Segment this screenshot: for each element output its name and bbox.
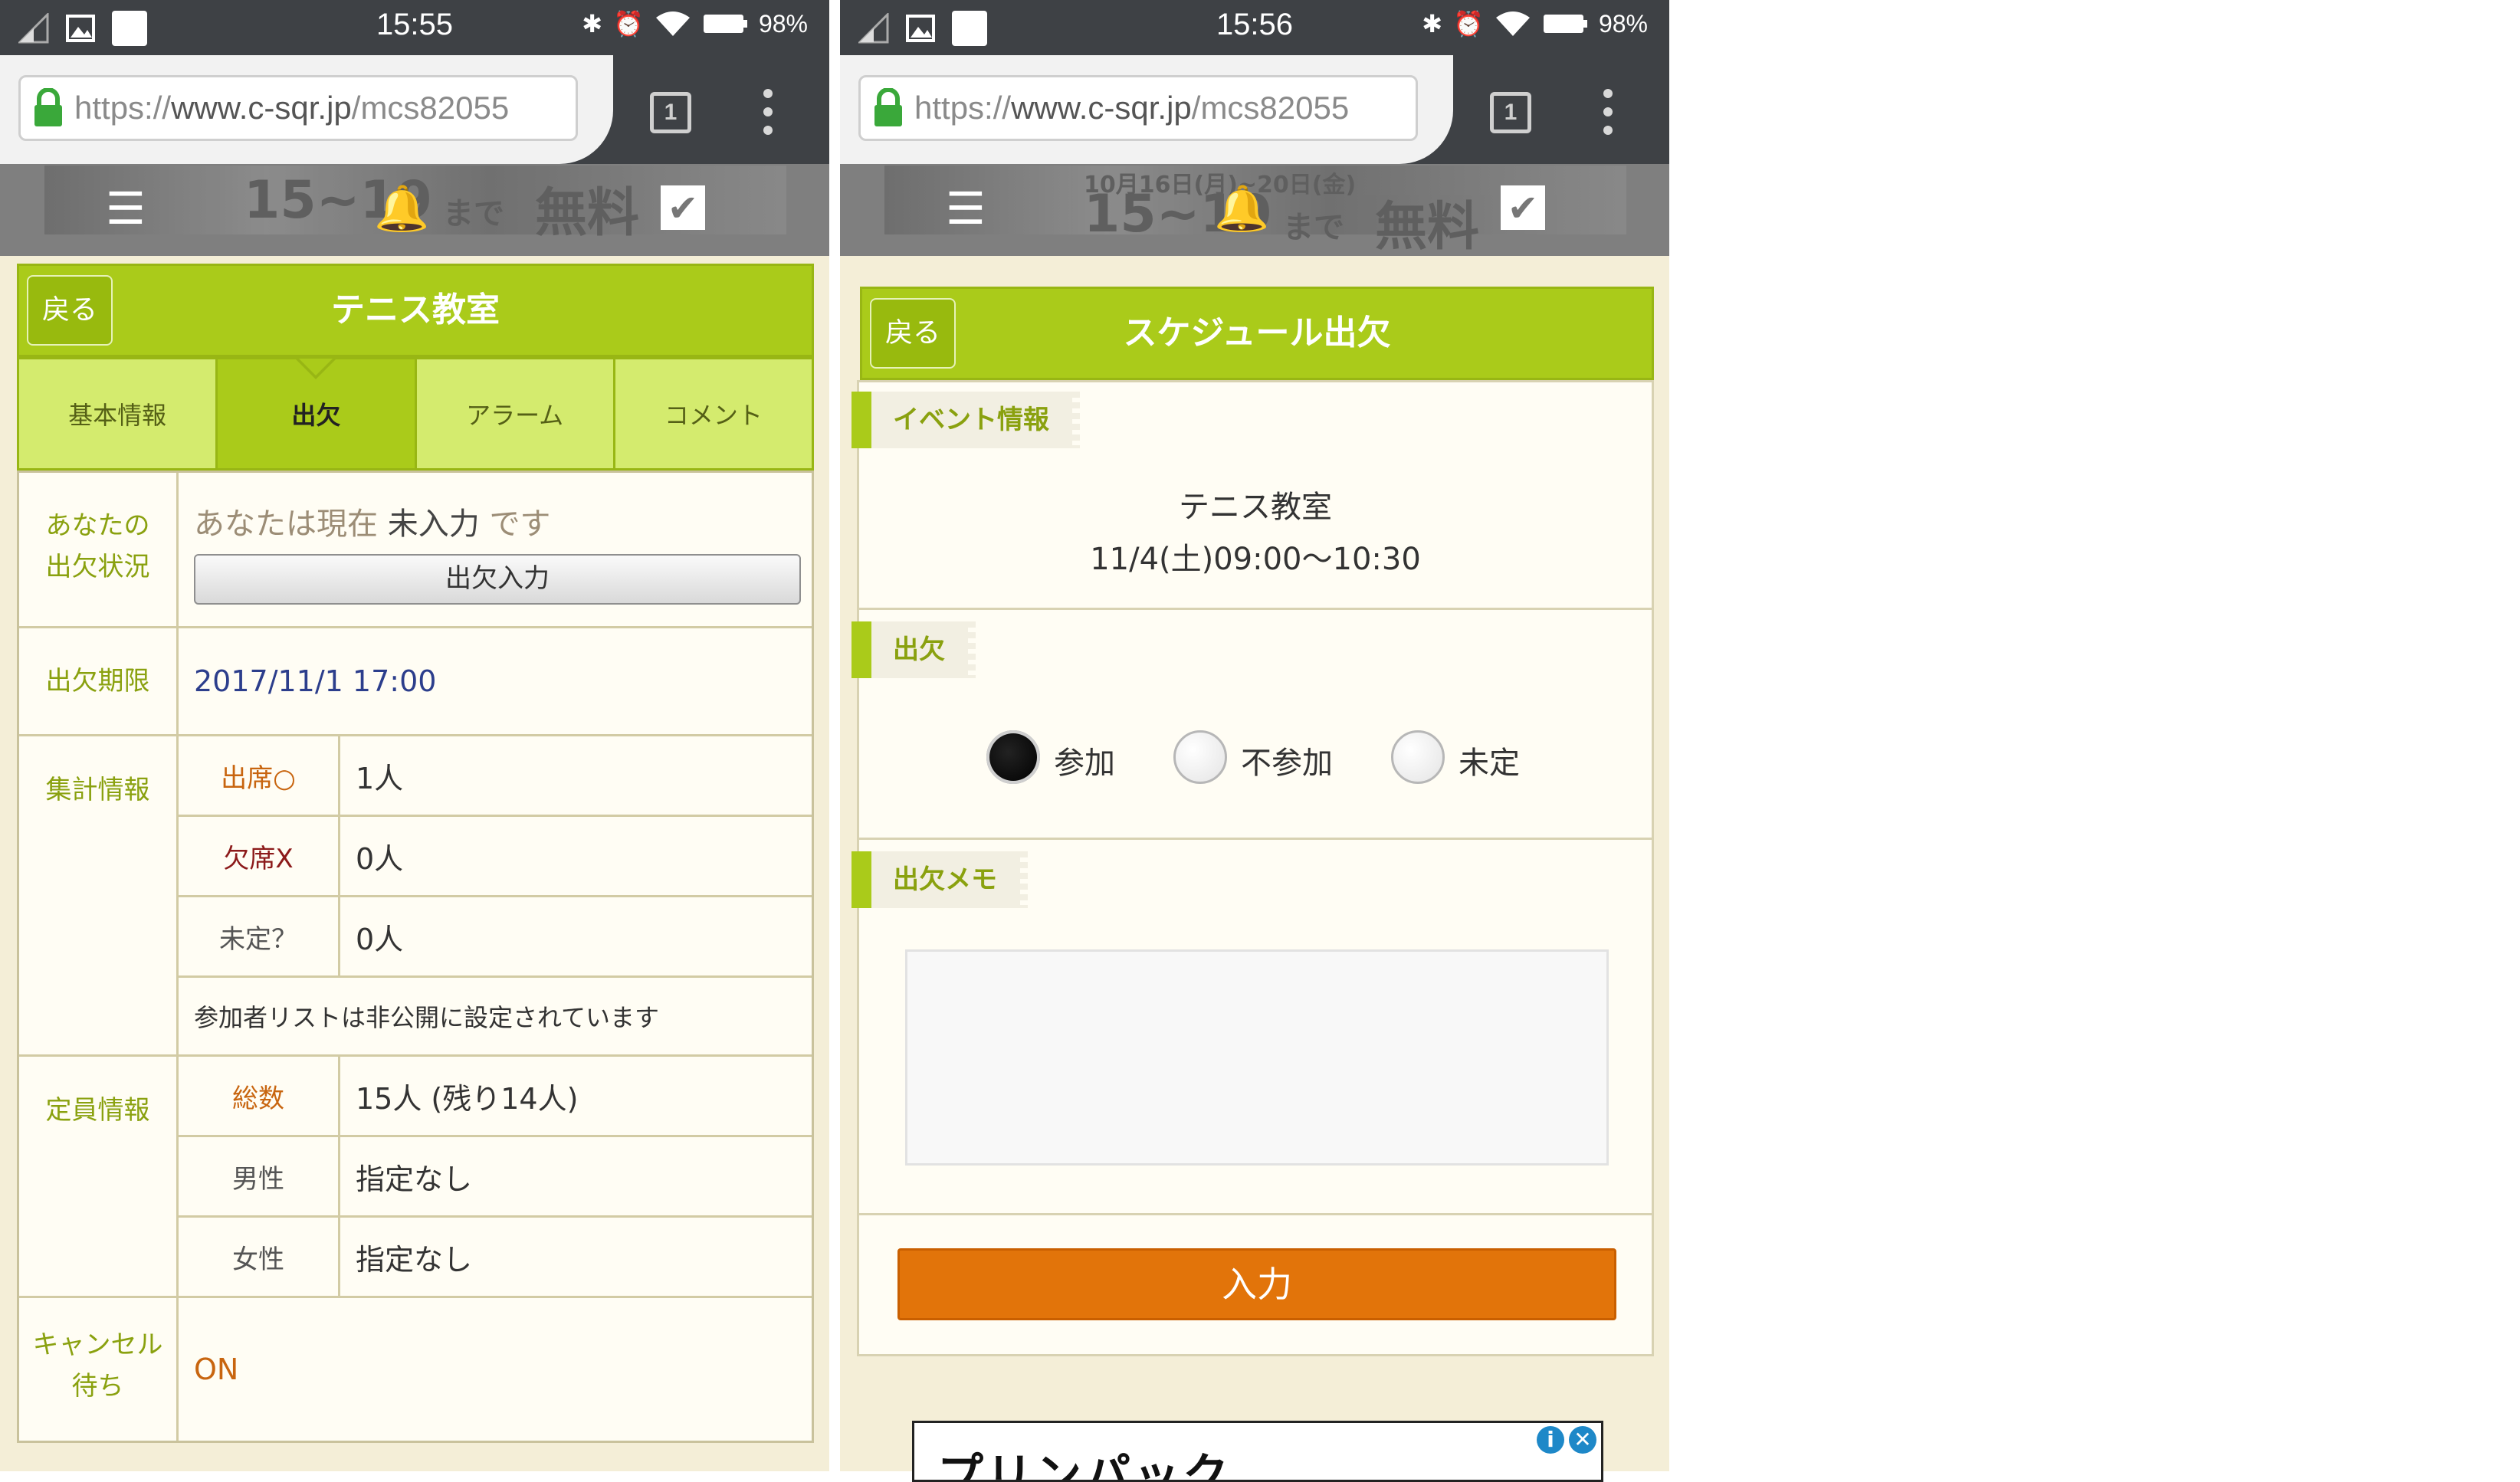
- event-time: 11/4(土)09:00〜10:30: [1090, 542, 1421, 577]
- capacity-female-value: 指定なし: [356, 1242, 473, 1277]
- status-label: あなたの 出欠状況: [19, 473, 179, 626]
- attend-count-value: 1人: [356, 761, 404, 795]
- url-text: https://www.c-sqr.jp/mcs82055: [914, 90, 1350, 126]
- wifi-icon: [655, 11, 690, 36]
- ad-info-icon[interactable]: i: [1537, 1426, 1564, 1454]
- deadline-label: 出欠期限: [19, 628, 179, 734]
- schedule-form: イベント情報 テニス教室 11/4(土)09:00〜10:30 出欠 参加 不参…: [851, 380, 1654, 1356]
- attendance-heading: 出欠: [851, 621, 976, 678]
- submit-button[interactable]: 入力: [897, 1248, 1616, 1320]
- alarm-icon: ⏰: [1453, 10, 1484, 38]
- battery-icon: [703, 15, 747, 33]
- undecided-count-value: 0人: [356, 922, 404, 956]
- memo-heading: 出欠メモ: [851, 851, 1028, 908]
- tab-comment[interactable]: コメント: [615, 359, 812, 468]
- memo-textarea[interactable]: [905, 949, 1609, 1166]
- undecided-count-label: 未定？: [179, 897, 340, 975]
- bell-icon[interactable]: 🔔: [1214, 185, 1269, 231]
- attendance-options: 参加 不参加 未定: [859, 730, 1652, 787]
- info-table: あなたの 出欠状況 あなたは現在 未入力 です 出欠入力 出欠期限 2017/1…: [17, 471, 814, 1443]
- option-undecided-radio[interactable]: [1391, 730, 1445, 784]
- attendance-input-button[interactable]: 出欠入力: [194, 554, 801, 605]
- option-undecided-label: 未定: [1459, 746, 1520, 781]
- menu-dots-icon[interactable]: [1600, 89, 1616, 139]
- absent-count-value: 0人: [356, 841, 404, 876]
- tab-alarm[interactable]: アラーム: [416, 359, 615, 468]
- deadline-value: 2017/11/1 17:00: [194, 664, 437, 698]
- battery-percent: 98%: [1598, 9, 1648, 38]
- tab-bar: 基本情報 出欠 アラーム コメント: [17, 357, 814, 471]
- attend-count-label: 出席○: [179, 736, 340, 815]
- option-absent-radio[interactable]: [1173, 730, 1227, 784]
- option-attend-radio[interactable]: [986, 730, 1040, 784]
- capacity-female-label: 女性: [179, 1218, 340, 1296]
- page-title-bar: 戻る テニス教室: [17, 264, 814, 357]
- bell-icon[interactable]: 🔔: [374, 185, 429, 231]
- capacity-label: 定員情報: [19, 1057, 179, 1296]
- ad-banner[interactable]: プリンパック i ✕: [912, 1421, 1603, 1482]
- page-title-bar: 戻る スケジュール出欠: [860, 287, 1654, 380]
- bluetooth-icon: ✱: [1422, 10, 1443, 38]
- waitlist-label: キャンセル 待ち: [19, 1298, 179, 1441]
- browser-toolbar: https://www.c-sqr.jp/mcs82055 1: [0, 55, 829, 164]
- option-absent-label: 不参加: [1241, 746, 1333, 781]
- waitlist-value: ON: [194, 1352, 239, 1386]
- capacity-total-label: 総数: [179, 1057, 340, 1135]
- absent-count-label: 欠席X: [179, 817, 340, 895]
- alarm-icon: ⏰: [613, 10, 644, 38]
- checkbox-icon[interactable]: ✔: [1501, 185, 1545, 230]
- lock-icon: [34, 88, 62, 126]
- checkbox-icon[interactable]: ✔: [661, 185, 705, 230]
- site-header: 10月16日(月)~20日(金) 15~19 まで 無料 ☰ 🔔 ✔: [840, 164, 1669, 256]
- capacity-male-label: 男性: [179, 1137, 340, 1215]
- capacity-male-value: 指定なし: [356, 1162, 473, 1196]
- private-list-note: 参加者リストは非公開に設定されています: [194, 1003, 660, 1032]
- menu-list-icon[interactable]: ☰: [106, 185, 146, 231]
- event-name: テニス教室: [1179, 490, 1332, 525]
- ad-close-icon[interactable]: ✕: [1569, 1426, 1596, 1454]
- summary-label: 集計情報: [19, 736, 179, 1054]
- site-header: 15~19 まで 無料 ☰ 🔔 ✔: [0, 164, 829, 256]
- url-field[interactable]: https://www.c-sqr.jp/mcs82055: [858, 75, 1418, 141]
- ad-text: プリンパック: [937, 1449, 1232, 1482]
- page-title: スケジュール出欠: [1123, 313, 1391, 352]
- lock-icon: [874, 88, 902, 126]
- status-text: あなたは現在 未入力 です: [194, 507, 551, 542]
- url-field[interactable]: https://www.c-sqr.jp/mcs82055: [18, 75, 578, 141]
- url-text: https://www.c-sqr.jp/mcs82055: [74, 90, 510, 126]
- wifi-icon: [1495, 11, 1530, 36]
- tab-basic-info[interactable]: 基本情報: [19, 359, 218, 468]
- page-title: テニス教室: [331, 290, 500, 330]
- left-screen: 15:55 ✱ ⏰ 98% https://www.c-sqr.jp/mcs82…: [0, 0, 829, 1471]
- menu-list-icon[interactable]: ☰: [946, 185, 986, 231]
- menu-dots-icon[interactable]: [760, 89, 776, 139]
- status-bar: 15:55 ✱ ⏰ 98%: [0, 0, 829, 55]
- browser-toolbar: https://www.c-sqr.jp/mcs82055 1: [840, 55, 1669, 164]
- status-bar: 15:56 ✱ ⏰ 98%: [840, 0, 1669, 55]
- battery-icon: [1543, 15, 1587, 33]
- option-attend-label: 参加: [1054, 746, 1115, 781]
- bluetooth-icon: ✱: [582, 10, 603, 38]
- tab-switcher-button[interactable]: 1: [650, 92, 691, 133]
- event-info-heading: イベント情報: [851, 392, 1080, 448]
- battery-percent: 98%: [758, 9, 808, 38]
- tab-attendance[interactable]: 出欠: [218, 359, 417, 468]
- capacity-total-value: 15人 (残り14人): [356, 1081, 579, 1116]
- tab-switcher-button[interactable]: 1: [1490, 92, 1531, 133]
